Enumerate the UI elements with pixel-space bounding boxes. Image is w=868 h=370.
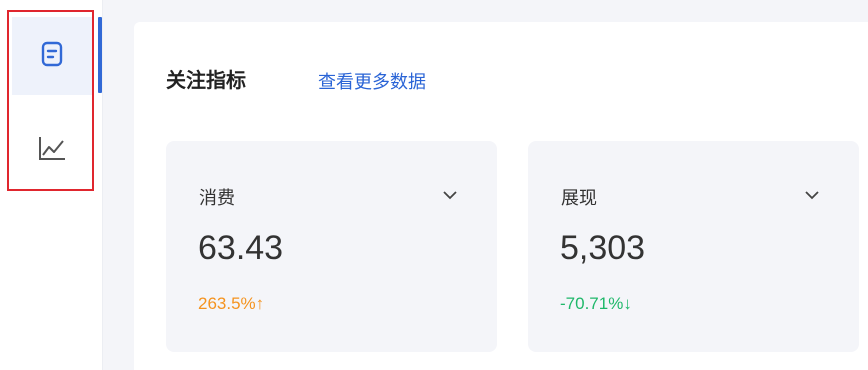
sidebar-item-trends[interactable]: [12, 111, 92, 189]
sidebar-item-overview[interactable]: [12, 17, 92, 95]
metric-value: 5,303: [560, 229, 646, 267]
view-more-data-link[interactable]: 查看更多数据: [318, 68, 426, 94]
metric-change: -70.71%↓: [560, 294, 632, 313]
metric-label: 展现: [561, 188, 597, 209]
metric-value: 63.43: [198, 229, 284, 267]
metrics-panel: 关注指标 查看更多数据 消费 63.43 263.5%↑ 展现 5,303 -7…: [134, 22, 868, 370]
metric-change: 263.5%↑: [198, 294, 265, 313]
metric-card-impressions[interactable]: 展现 5,303 -70.71%↓: [528, 141, 859, 352]
sidebar: [0, 0, 103, 370]
document-icon: [38, 40, 66, 72]
metric-card-spend[interactable]: 消费 63.43 263.5%↑: [166, 141, 497, 352]
active-indicator: [98, 17, 102, 93]
chevron-down-icon[interactable]: [436, 181, 464, 209]
line-chart-icon: [37, 134, 67, 166]
section-title: 关注指标: [166, 68, 246, 92]
metric-label: 消费: [199, 188, 235, 209]
chevron-down-icon[interactable]: [798, 181, 826, 209]
